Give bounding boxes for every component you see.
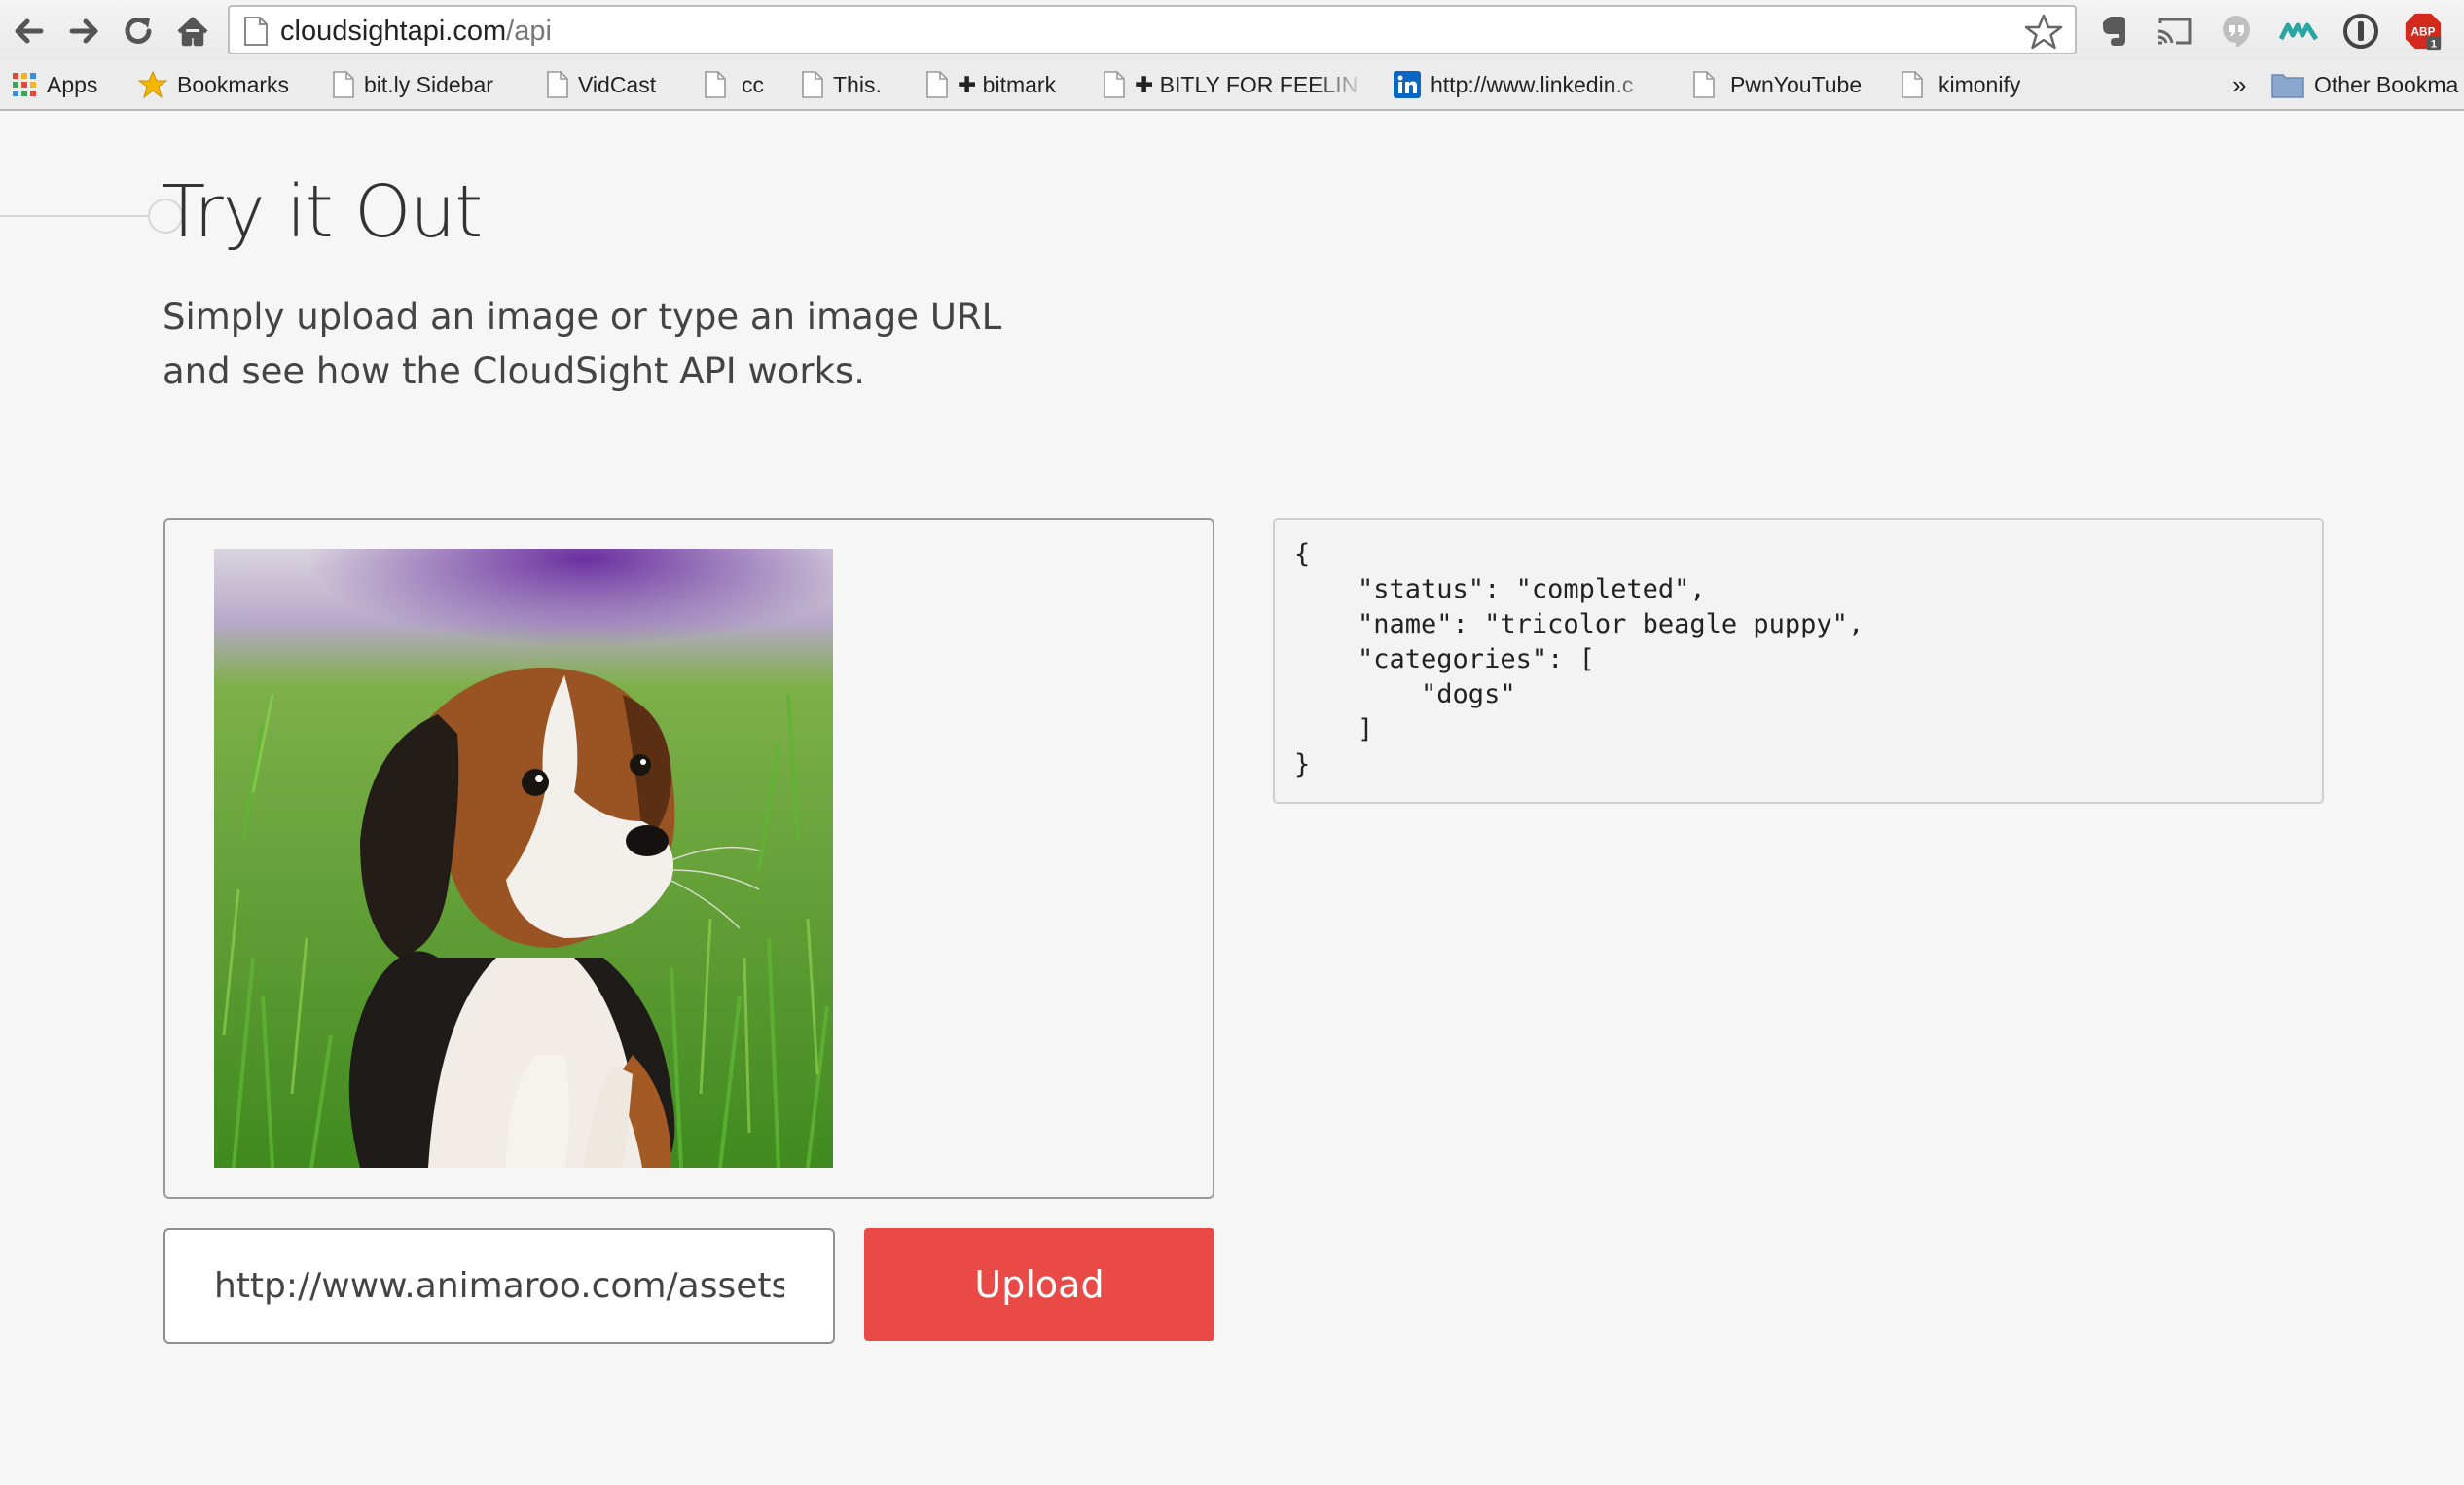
bookmark-linkedin[interactable]: http://www.linkedin.c — [1394, 68, 1660, 101]
page-icon — [802, 71, 823, 98]
apps-grid-icon — [13, 73, 36, 96]
page-icon — [705, 71, 726, 98]
page-icon — [926, 71, 948, 98]
folder-icon — [2271, 74, 2304, 98]
page-icon — [547, 71, 568, 98]
title-decoration-line — [0, 215, 161, 217]
evernote-icon[interactable] — [2094, 12, 2133, 51]
url-text[interactable]: cloudsightapi.com/api — [280, 16, 552, 48]
bookmark-bitly-sidebar[interactable]: bit.ly Sidebar — [333, 68, 493, 101]
bookmarks-overflow-chevron[interactable]: » — [2232, 68, 2246, 101]
bookmark-bookmarks[interactable]: Bookmarks — [138, 68, 289, 101]
upload-button[interactable]: Upload — [864, 1228, 1214, 1341]
page-title: Try it Out — [162, 170, 483, 254]
bookmark-pwnyoutube[interactable]: PwnYouTube — [1693, 68, 1862, 101]
page-icon — [1104, 71, 1125, 98]
bookmark-bitly-for-feelings[interactable]: ✚ BITLY FOR FEELIN — [1104, 68, 1366, 101]
bookmarks-bar: Apps Bookmarks bit.ly Sidebar VidCast cc… — [0, 60, 2464, 111]
bookmark-kimonify[interactable]: kimonify — [1902, 68, 2020, 101]
linkedin-icon — [1394, 71, 1421, 98]
api-response-panel: { "status": "completed", "name": "tricol… — [1273, 518, 2324, 804]
bookmark-other-folder[interactable]: Other Bookma — [2271, 68, 2464, 101]
star-icon — [138, 70, 167, 99]
address-bar[interactable]: cloudsightapi.com/api — [228, 5, 2077, 54]
mixmax-icon[interactable] — [2278, 12, 2319, 51]
api-response-json: { "status": "completed", "name": "tricol… — [1294, 539, 1865, 779]
forward-arrow-icon[interactable] — [62, 10, 105, 53]
svg-text:1: 1 — [2431, 38, 2437, 50]
bookmark-vidcast[interactable]: VidCast — [547, 68, 656, 101]
browser-toolbar: cloudsightapi.com/api ABP 1 — [0, 0, 2464, 60]
reload-icon[interactable] — [117, 10, 160, 53]
hangouts-icon[interactable] — [2217, 12, 2256, 51]
page-icon — [333, 71, 354, 98]
1password-icon[interactable] — [2341, 12, 2380, 51]
uploaded-image-preview — [214, 549, 833, 1168]
cast-icon[interactable] — [2155, 12, 2193, 51]
image-preview-box[interactable] — [163, 518, 1214, 1199]
bookmark-apps[interactable]: Apps — [12, 68, 97, 101]
bookmark-star-icon[interactable] — [2024, 13, 2063, 52]
bookmark-this[interactable]: This. — [802, 68, 882, 101]
back-arrow-icon[interactable] — [8, 10, 51, 53]
page-icon — [1693, 71, 1715, 98]
svg-text:ABP: ABP — [2411, 25, 2436, 39]
page-icon — [244, 17, 268, 46]
page-description: Simply upload an image or type an image … — [163, 296, 1002, 392]
page-icon — [1902, 71, 1923, 98]
home-icon[interactable] — [171, 10, 214, 53]
bookmark-cc[interactable]: cc — [705, 68, 764, 101]
adblock-plus-icon[interactable]: ABP 1 — [2404, 12, 2443, 51]
image-url-input[interactable] — [163, 1228, 835, 1344]
bookmark-bitmark[interactable]: ✚ bitmark — [926, 68, 1056, 101]
